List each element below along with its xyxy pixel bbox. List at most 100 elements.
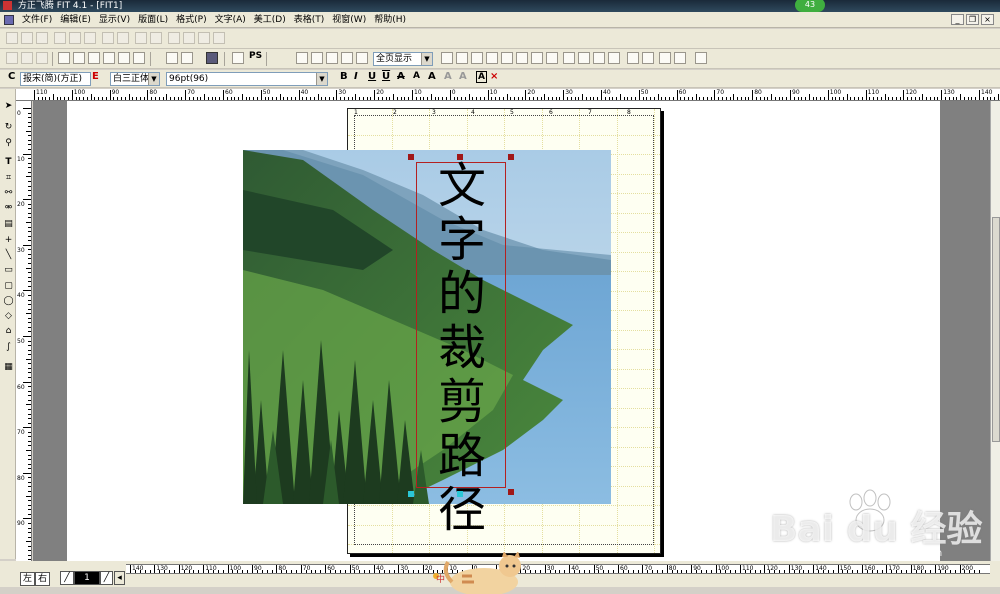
page-right-icon[interactable]: [516, 52, 528, 64]
crop-icon[interactable]: ⌗: [3, 173, 14, 184]
menu-window[interactable]: 视窗(W): [328, 12, 370, 28]
right-page-button[interactable]: 右: [35, 572, 50, 586]
view-mode-select[interactable]: 全页显示 ▼: [373, 52, 433, 66]
outdent-icon[interactable]: [36, 52, 48, 64]
align-full-icon[interactable]: [118, 52, 130, 64]
new-file-icon[interactable]: [166, 52, 178, 64]
scrollbar-thumb[interactable]: [992, 217, 1000, 442]
redo-icon[interactable]: [356, 52, 368, 64]
chevron-down-icon[interactable]: ▼: [421, 53, 432, 65]
table-row-icon[interactable]: [456, 52, 468, 64]
align-right-edge-icon[interactable]: [36, 32, 48, 44]
align-right-icon[interactable]: [103, 52, 115, 64]
align-justify-icon[interactable]: [73, 52, 85, 64]
scroll-left-icon[interactable]: ◂: [114, 571, 125, 585]
undo-icon[interactable]: [341, 52, 353, 64]
binoculars-icon[interactable]: [593, 52, 605, 64]
bring-front-icon[interactable]: [198, 32, 210, 44]
chinese-font-select[interactable]: 报宋(简)(方正): [20, 72, 91, 86]
color-fill-icon[interactable]: [608, 52, 620, 64]
horizontal-ruler[interactable]: 110 100 90 80 70 60 50 40 30 20 10 0 10 20 30 40 50 60 70 8…: [16, 89, 1000, 101]
clear-format-button[interactable]: ×: [490, 71, 498, 82]
superscript-button[interactable]: A: [413, 71, 420, 81]
properties-icon[interactable]: [659, 52, 671, 64]
table-grid-icon[interactable]: [441, 52, 453, 64]
plus-tool-icon[interactable]: +: [3, 235, 14, 246]
document-icon[interactable]: [4, 15, 14, 25]
align-center-icon[interactable]: [21, 32, 33, 44]
chevron-down-icon[interactable]: ▼: [316, 73, 327, 85]
current-page-button[interactable]: 1: [74, 571, 100, 585]
group-icon[interactable]: [135, 32, 147, 44]
page-spread-icon[interactable]: [531, 52, 543, 64]
postscript-button[interactable]: PS: [249, 51, 262, 61]
font-size-select[interactable]: 96pt(96) ▼: [166, 72, 328, 86]
print-icon[interactable]: [232, 52, 244, 64]
minimize-icon[interactable]: _: [951, 14, 964, 25]
grow-button[interactable]: A: [459, 71, 467, 82]
menu-layout[interactable]: 版面(L): [134, 12, 172, 28]
rounded-rect-tool-icon[interactable]: ▢: [3, 281, 14, 292]
page-full-icon[interactable]: [546, 52, 558, 64]
rectangle-tool-icon[interactable]: ▭: [3, 265, 14, 276]
paragraph-format-icon[interactable]: [6, 52, 18, 64]
double-underline-button[interactable]: U: [382, 71, 390, 82]
vertical-text-frame[interactable]: 文 字 的 裁 剪 路 径: [416, 159, 506, 537]
ime-indicator[interactable]: 中: [436, 572, 445, 585]
align-center-text-icon[interactable]: [88, 52, 100, 64]
ungroup-icon[interactable]: [150, 32, 162, 44]
notes-icon[interactable]: [674, 52, 686, 64]
copy-icon[interactable]: [311, 52, 323, 64]
page-left-icon[interactable]: [501, 52, 513, 64]
rotate-tool-icon[interactable]: ↻: [3, 122, 14, 133]
pen-icon[interactable]: [471, 52, 483, 64]
fill-tool-icon[interactable]: ▤: [3, 219, 14, 230]
underline-button[interactable]: U: [368, 71, 376, 82]
distribute-h-icon[interactable]: [102, 32, 114, 44]
bezier-tool-icon[interactable]: ∫: [3, 342, 14, 353]
italic-button[interactable]: I: [354, 71, 358, 82]
select-arrow-icon[interactable]: ➤: [3, 101, 14, 112]
menu-file[interactable]: 文件(F): [18, 12, 56, 28]
lang-indicator[interactable]: E: [92, 71, 99, 82]
western-font-select[interactable]: 白三正体 ▼: [110, 72, 160, 86]
bold-button[interactable]: B: [340, 71, 348, 82]
menu-text[interactable]: 文字(A): [211, 12, 250, 28]
zoom-icon[interactable]: ⚲: [3, 138, 14, 149]
cut-icon[interactable]: [296, 52, 308, 64]
open-folder-icon[interactable]: [181, 52, 193, 64]
diamond-tool-icon[interactable]: ◇: [3, 311, 14, 322]
next-page-icon[interactable]: ╱: [100, 571, 113, 585]
unlock-icon[interactable]: [183, 32, 195, 44]
resize-handle-top-center[interactable]: [457, 154, 463, 160]
distribute-v-icon[interactable]: [117, 32, 129, 44]
left-page-button[interactable]: 左: [20, 572, 35, 586]
align-bottom-icon[interactable]: [84, 32, 96, 44]
menu-format[interactable]: 格式(P): [172, 12, 210, 28]
char-style-indicator[interactable]: C: [8, 71, 15, 82]
outline-button[interactable]: A: [444, 71, 452, 82]
menu-edit[interactable]: 编辑(E): [56, 12, 95, 28]
align-middle-icon[interactable]: [69, 32, 81, 44]
layer-down-icon[interactable]: [627, 52, 639, 64]
link-tool-icon[interactable]: ⚯: [3, 188, 14, 199]
resize-handle-bottom-right[interactable]: [508, 489, 514, 495]
layer-up-icon[interactable]: [642, 52, 654, 64]
columns-icon[interactable]: [133, 52, 145, 64]
menu-help[interactable]: 帮助(H): [370, 12, 410, 28]
menu-view[interactable]: 显示(V): [95, 12, 134, 28]
paste-icon[interactable]: [326, 52, 338, 64]
lock-icon[interactable]: [168, 32, 180, 44]
save-icon[interactable]: [206, 52, 218, 64]
send-back-icon[interactable]: [213, 32, 225, 44]
strikethrough-button[interactable]: A: [397, 71, 405, 82]
unlink-tool-icon[interactable]: ⚮: [3, 203, 14, 214]
boxed-text-button[interactable]: A: [476, 71, 487, 83]
table-tool-icon[interactable]: ▦: [3, 362, 14, 373]
align-left-icon[interactable]: [58, 52, 70, 64]
notification-badge[interactable]: 43: [795, 0, 825, 12]
shadow-button[interactable]: A: [428, 71, 436, 82]
restore-icon[interactable]: ❐: [966, 14, 979, 25]
line-tool-icon[interactable]: ╲: [3, 250, 14, 261]
align-top-icon[interactable]: [54, 32, 66, 44]
